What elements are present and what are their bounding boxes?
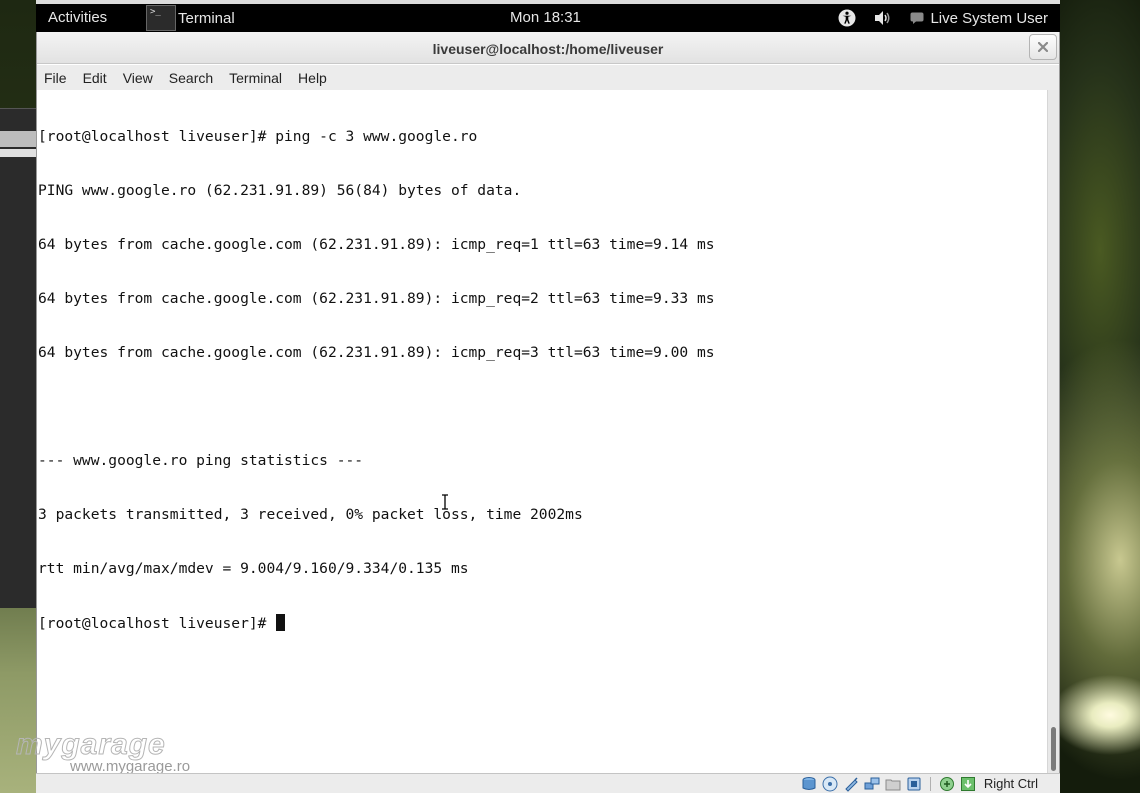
terminal-line: [root@localhost liveuser]# ping -c 3 www… — [38, 128, 478, 145]
hard-disk-icon[interactable] — [801, 776, 817, 792]
clock[interactable]: Mon 18:31 — [510, 9, 581, 26]
terminal-line: 3 packets transmitted, 3 received, 0% pa… — [38, 506, 583, 523]
menu-help[interactable]: Help — [291, 70, 336, 86]
terminal-line: PING www.google.ro (62.231.91.89) 56(84)… — [38, 182, 522, 199]
terminal-line: --- www.google.ro ping statistics --- — [38, 452, 364, 469]
optical-drive-icon[interactable] — [822, 776, 838, 792]
terminal-line: 64 bytes from cache.google.com (62.231.9… — [38, 344, 715, 361]
status-area: Live System User — [838, 4, 1048, 32]
menu-view[interactable]: View — [116, 70, 162, 86]
terminal-app-icon: >_ — [146, 5, 176, 31]
keyboard-capture-icon[interactable] — [960, 776, 976, 792]
background-window-edge — [0, 108, 36, 608]
terminal-line: rtt min/avg/max/mdev = 9.004/9.160/9.334… — [38, 560, 469, 577]
close-button[interactable] — [1029, 34, 1057, 60]
volume-icon[interactable] — [874, 10, 892, 26]
terminal-prompt: [root@localhost liveuser]# — [38, 615, 276, 632]
status-separator — [929, 776, 931, 791]
app-menu-label: Terminal — [178, 9, 235, 27]
usb-icon[interactable] — [843, 776, 859, 792]
top-panel: Activities >_ Terminal Mon 18:31 Live Sy… — [36, 4, 1060, 32]
accessibility-icon[interactable] — [838, 9, 856, 27]
terminal-prompt-line[interactable]: [root@localhost liveuser]# — [38, 614, 1047, 632]
user-status-icon — [910, 12, 924, 24]
network-icon[interactable] — [864, 776, 880, 792]
menu-file[interactable]: File — [37, 70, 76, 86]
terminal-window: liveuser@localhost:/home/liveuser File E… — [36, 32, 1060, 773]
terminal-output[interactable]: [root@localhost liveuser]# ping -c 3 www… — [37, 90, 1047, 773]
terminal-line: 64 bytes from cache.google.com (62.231.9… — [38, 236, 715, 253]
app-menu[interactable]: >_ Terminal — [146, 4, 235, 32]
menubar: File Edit View Search Terminal Help — [37, 65, 1059, 90]
menu-search[interactable]: Search — [162, 70, 222, 86]
terminal-line: 64 bytes from cache.google.com (62.231.9… — [38, 290, 715, 307]
close-icon — [1038, 42, 1048, 52]
scrollbar-thumb[interactable] — [1051, 727, 1056, 771]
mouse-ibeam-cursor — [442, 494, 448, 510]
background-window-bar — [0, 131, 36, 147]
window-titlebar[interactable]: liveuser@localhost:/home/liveuser — [37, 32, 1059, 64]
menu-edit[interactable]: Edit — [76, 70, 116, 86]
terminal-scrollbar[interactable] — [1047, 90, 1059, 773]
user-name: Live System User — [930, 9, 1048, 27]
background-window-bar — [0, 149, 36, 157]
menu-terminal[interactable]: Terminal — [222, 70, 291, 86]
text-cursor — [276, 614, 286, 631]
host-key-label: Right Ctrl — [983, 776, 1038, 791]
shared-folders-icon[interactable] — [885, 776, 901, 792]
vbox-status-bar: Right Ctrl — [36, 773, 1060, 793]
video-capture-icon[interactable] — [906, 776, 922, 792]
user-menu[interactable]: Live System User — [910, 10, 1048, 27]
activities-button[interactable]: Activities — [48, 9, 107, 26]
mouse-integration-icon[interactable] — [939, 776, 955, 792]
window-title: liveuser@localhost:/home/liveuser — [432, 41, 664, 57]
watermark-logo: mygarage — [16, 728, 166, 762]
